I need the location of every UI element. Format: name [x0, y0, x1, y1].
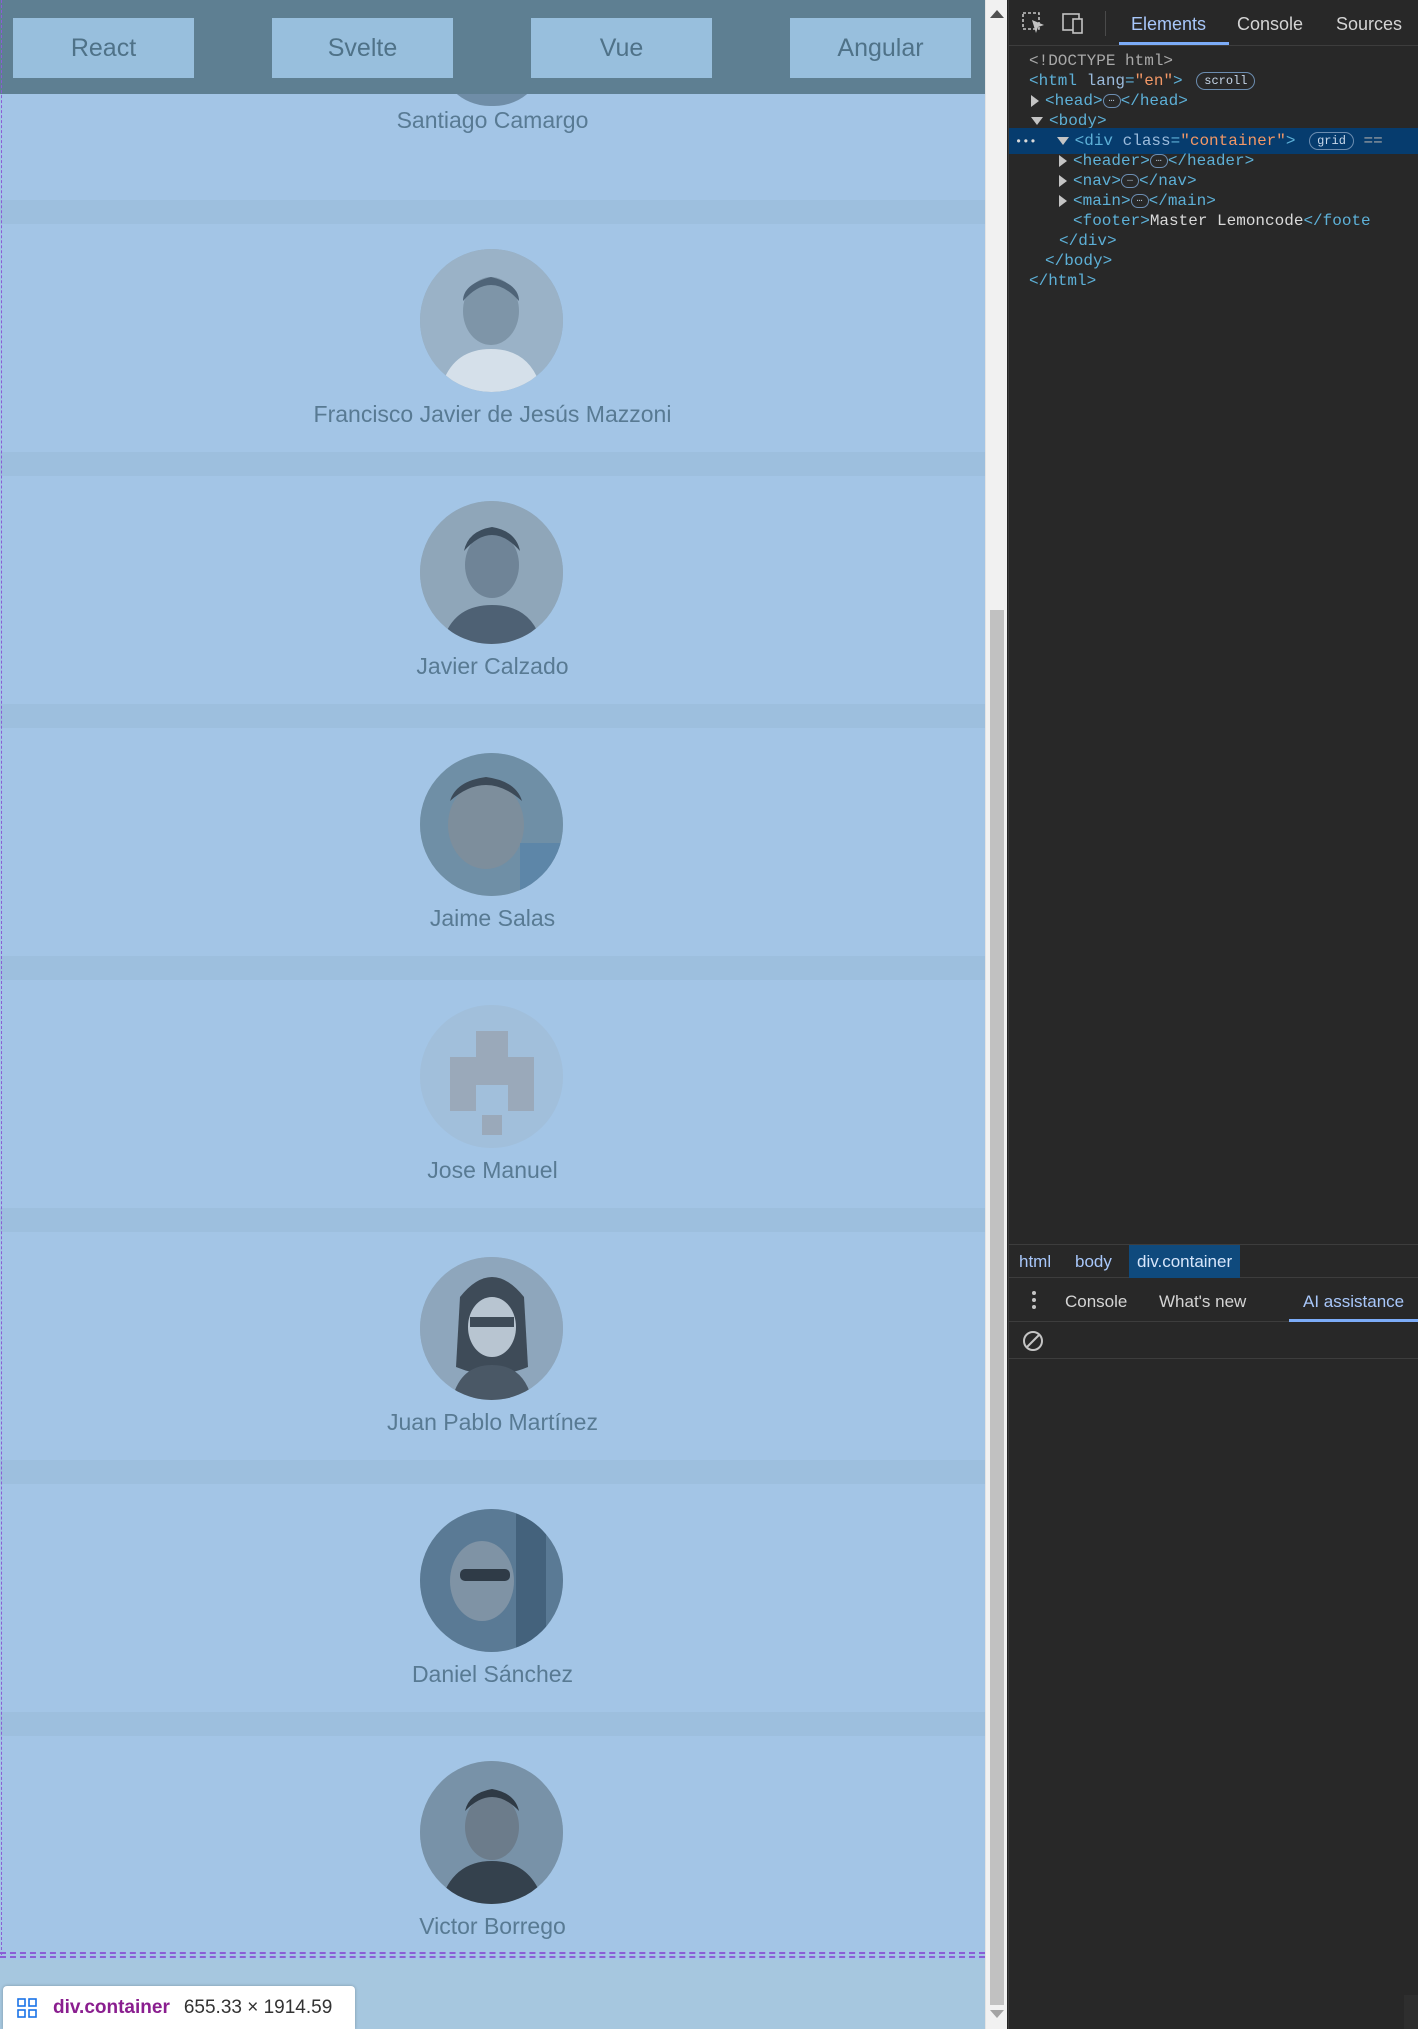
avatar: [420, 753, 563, 896]
member-list: Santiago Camargo Francisco Javier de Jes…: [0, 34, 985, 1964]
toolbar-separator: [1105, 11, 1106, 36]
expand-triangle-icon[interactable]: [1059, 154, 1067, 167]
expand-triangle-icon[interactable]: [1059, 194, 1067, 207]
expand-triangle-icon[interactable]: [1059, 174, 1067, 187]
drawer-tab-ai-assistance[interactable]: AI assistance: [1303, 1292, 1404, 1312]
member-card: Juan Pablo Martínez: [0, 1232, 985, 1460]
avatar: [420, 1257, 563, 1400]
member-name: Santiago Camargo: [396, 107, 589, 133]
card-gap: [0, 452, 985, 476]
active-drawer-tab-indicator: [1289, 1319, 1418, 1322]
member-name: Victor Borrego: [419, 1913, 566, 1939]
collapsed-ellipsis[interactable]: …: [1130, 193, 1149, 208]
scroll-up-arrow-icon[interactable]: [990, 10, 1004, 18]
card-gap: [0, 200, 985, 224]
page-scrollbar[interactable]: [985, 0, 1007, 2029]
inspect-tooltip: div.container 655.33 × 1914.59: [3, 1986, 355, 2029]
breadcrumb-div-container[interactable]: div.container: [1129, 1245, 1241, 1278]
card-gap: [0, 1460, 985, 1484]
avatar: [420, 1761, 563, 1904]
member-card: Jose Manuel: [0, 980, 985, 1208]
container-outline-bottom: [0, 1952, 985, 1958]
scroll-thumb[interactable]: [990, 610, 1004, 2005]
inspect-dimensions: 655.33 × 1914.59: [183, 1996, 333, 2018]
member-card: Victor Borrego: [0, 1736, 985, 1964]
nav-button-angular[interactable]: Angular: [790, 18, 971, 78]
collapsed-ellipsis[interactable]: …: [1149, 153, 1168, 168]
tag-text: </html>: [1029, 272, 1097, 290]
breadcrumb-body[interactable]: body: [1067, 1245, 1120, 1278]
member-name: Francisco Javier de Jesús Mazzoni: [313, 401, 672, 427]
device-toolbar-icon[interactable]: [1059, 11, 1085, 35]
container-outline: [1, 0, 2, 1955]
card-gap: [0, 1208, 985, 1232]
elements-dom-tree: <!DOCTYPE html> <html lang="en"> scroll …: [1009, 48, 1418, 1244]
tab-console[interactable]: Console: [1237, 14, 1303, 35]
member-name: Daniel Sánchez: [411, 1661, 574, 1687]
member-card: Daniel Sánchez: [0, 1484, 985, 1712]
member-name: Juan Pablo Martínez: [387, 1409, 598, 1435]
avatar: [420, 249, 563, 392]
drawer-tab-whats-new[interactable]: What's new: [1159, 1292, 1246, 1312]
member-card: Jaime Salas: [0, 728, 985, 956]
collapsed-ellipsis[interactable]: …: [1102, 93, 1121, 108]
expand-triangle-icon[interactable]: [1031, 94, 1039, 107]
collapse-triangle-icon[interactable]: [1056, 136, 1069, 145]
drawer-tab-console[interactable]: Console: [1065, 1292, 1127, 1312]
inspect-element-icon[interactable]: [1021, 11, 1047, 35]
nav-button-react[interactable]: React: [13, 18, 194, 78]
nav-button-svelte[interactable]: Svelte: [272, 18, 453, 78]
member-name: Jose Manuel: [427, 1157, 558, 1183]
breadcrumb-html[interactable]: html: [1011, 1245, 1059, 1278]
card-gap: [0, 704, 985, 728]
devtools-panel: Elements Console Sources <!DOCTYPE html>…: [1008, 0, 1418, 2029]
drawer-scrollbar[interactable]: [1404, 1995, 1418, 2029]
grid-icon: [17, 1997, 37, 2018]
tab-elements[interactable]: Elements: [1131, 14, 1206, 35]
avatar: [420, 1509, 563, 1652]
member-name: Javier Calzado: [416, 653, 569, 679]
devtools-toolbar: Elements Console Sources: [1009, 0, 1418, 46]
dom-node-html-close[interactable]: </html>: [1009, 268, 1418, 294]
drawer-tab-bar: Console What's new AI assistance: [1009, 1280, 1418, 1322]
card-gap: [0, 956, 985, 980]
collapsed-ellipsis[interactable]: …: [1121, 173, 1140, 188]
nav-button-vue[interactable]: Vue: [531, 18, 712, 78]
elements-breadcrumb: html body div.container: [1009, 1244, 1418, 1278]
page-viewport: Santiago Camargo Francisco Javier de Jes…: [0, 0, 985, 2029]
collapse-triangle-icon[interactable]: [1031, 116, 1043, 125]
tab-sources[interactable]: Sources: [1336, 14, 1402, 35]
gutter-menu[interactable]: •••: [1015, 135, 1037, 149]
console-toolbar: [1009, 1323, 1418, 1359]
framework-nav: React Svelte Vue Angular: [0, 0, 985, 94]
more-options-icon[interactable]: [1031, 1290, 1037, 1310]
active-tab-indicator: [1119, 42, 1229, 45]
member-card: Francisco Javier de Jesús Mazzoni: [0, 224, 985, 452]
avatar: [420, 1005, 563, 1148]
card-gap: [0, 1712, 985, 1736]
scroll-down-arrow-icon[interactable]: [990, 2010, 1004, 2018]
avatar: [420, 501, 563, 644]
clear-console-icon[interactable]: [1021, 1329, 1045, 1353]
member-name: Jaime Salas: [429, 905, 556, 931]
inspect-tag: div.container: [53, 1996, 170, 2018]
member-card: Javier Calzado: [0, 476, 985, 704]
